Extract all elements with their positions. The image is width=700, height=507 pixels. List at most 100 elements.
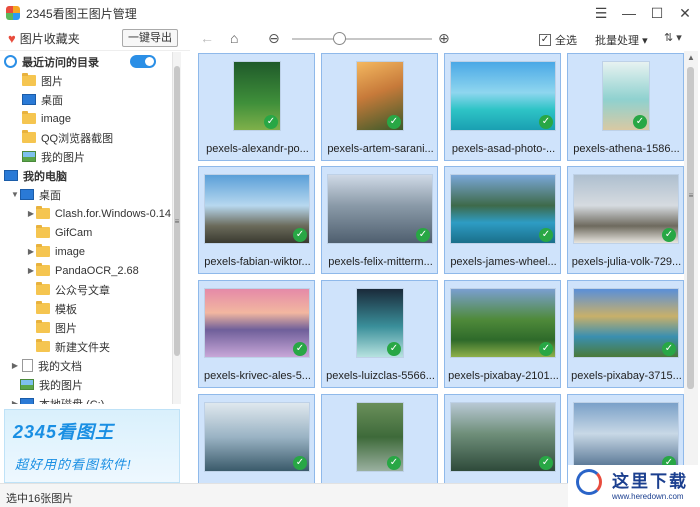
scroll-up-icon[interactable]: ▲: [684, 53, 698, 62]
image-card[interactable]: ✓ pexels-krivec-ales-5...: [198, 280, 315, 388]
favorites-bar: ♥ 图片收藏夹 一键导出: [0, 26, 190, 51]
tree-item-label: 我的文档: [38, 360, 82, 373]
folder-icon: [36, 263, 50, 276]
tree-item-recent-3[interactable]: QQ浏览器截图: [0, 128, 178, 147]
select-all-checkbox[interactable]: ✓ 全选: [539, 32, 577, 48]
selected-check-icon[interactable]: ✓: [293, 456, 307, 470]
selected-check-icon[interactable]: ✓: [539, 228, 553, 242]
tree-item-label: PandaOCR_2.68: [55, 264, 139, 277]
image-card[interactable]: ✓ pexels-pixabay-2101...: [444, 280, 561, 388]
ad-banner[interactable]: 2345看图王 超好用的看图软件!: [4, 409, 180, 483]
disk-icon: [20, 398, 34, 404]
tree-item-recent-2[interactable]: image: [0, 109, 178, 128]
tree-item-documents[interactable]: ▶ 我的文档: [0, 356, 178, 375]
selected-check-icon[interactable]: ✓: [293, 342, 307, 356]
tree-item-desktop-child-3[interactable]: ▶ PandaOCR_2.68: [0, 261, 178, 280]
tree-item-desktop-child-2[interactable]: ▶ image: [0, 242, 178, 261]
tree-item-label: 本地磁盘 (C:): [39, 396, 104, 405]
tree-item-computer[interactable]: 我的电脑: [0, 166, 178, 185]
image-card[interactable]: ✓ pexels-artem-sarani...: [321, 53, 438, 161]
tree-item-desktop[interactable]: ▼ 桌面: [0, 185, 178, 204]
grid-scrollbar[interactable]: ▲ ≡ ▼: [684, 51, 698, 483]
close-icon[interactable]: ✕: [678, 6, 692, 20]
selected-check-icon[interactable]: ✓: [662, 342, 676, 356]
tree-item-desktop-child-0[interactable]: ▶ Clash.for.Windows-0.14.8: [0, 204, 178, 223]
tree-item-desktop-child-4[interactable]: 公众号文章: [0, 280, 178, 299]
selected-check-icon[interactable]: ✓: [633, 115, 647, 129]
expand-right-icon[interactable]: ▶: [10, 361, 20, 370]
sort-dropdown[interactable]: ⇅ ▾: [664, 31, 682, 44]
expand-right-icon[interactable]: ▶: [26, 266, 36, 275]
tree-item-recent-1[interactable]: 桌面: [0, 90, 178, 109]
arrow-left-icon[interactable]: ←: [200, 30, 214, 46]
image-folder-icon: [22, 151, 36, 162]
batch-process-dropdown[interactable]: 批量处理 ▾: [595, 32, 648, 48]
tree-item-desktop-child-5[interactable]: 模板: [0, 299, 178, 318]
zoom-slider-handle[interactable]: [333, 32, 346, 45]
tree-item-recent-0[interactable]: 图片: [0, 71, 178, 90]
zoom-in-icon[interactable]: ⊕: [438, 30, 450, 47]
maximize-icon[interactable]: ☐: [650, 6, 664, 20]
folder-icon: [36, 225, 50, 238]
selected-check-icon[interactable]: ✓: [539, 456, 553, 470]
selected-check-icon[interactable]: ✓: [387, 342, 401, 356]
selected-check-icon[interactable]: ✓: [662, 228, 676, 242]
expand-right-icon[interactable]: ▶: [10, 399, 20, 404]
selected-check-icon[interactable]: ✓: [539, 342, 553, 356]
image-card[interactable]: ✓: [444, 394, 561, 483]
export-button[interactable]: 一键导出: [122, 29, 178, 47]
selected-check-icon[interactable]: ✓: [264, 115, 278, 129]
tree-item-desktop-child-1[interactable]: GifCam: [0, 223, 178, 242]
menu-icon[interactable]: ☰: [594, 6, 608, 20]
image-card[interactable]: ✓ pexels-fabian-wiktor...: [198, 166, 315, 274]
tree-item-label: 我的图片: [41, 151, 85, 164]
expand-right-icon[interactable]: ▶: [26, 209, 36, 218]
image-card[interactable]: ✓ pexels-athena-1586...: [567, 53, 684, 161]
recent-toggle[interactable]: [130, 55, 156, 68]
tree-item-local-disk[interactable]: ▶ 本地磁盘 (C:): [0, 394, 178, 404]
tree-item-pictures[interactable]: 我的图片: [0, 375, 178, 394]
sidebar-scrollbar[interactable]: ≡: [172, 52, 181, 404]
heart-icon: ♥: [8, 30, 16, 46]
image-filename: pexels-julia-volk-729...: [571, 256, 682, 268]
minimize-icon[interactable]: —: [622, 6, 636, 20]
image-filename: pexels-james-wheel...: [450, 256, 557, 268]
scrollbar-thumb[interactable]: [687, 67, 694, 389]
selected-check-icon[interactable]: ✓: [293, 228, 307, 242]
tree-item-desktop-child-7[interactable]: 新建文件夹: [0, 337, 178, 356]
image-card[interactable]: ✓: [198, 394, 315, 483]
image-card[interactable]: ✓ pexels-luizclas-5566...: [321, 280, 438, 388]
computer-icon: [4, 170, 18, 181]
image-card[interactable]: ✓ pexels-james-wheel...: [444, 166, 561, 274]
grip-icon: ≡: [174, 217, 180, 226]
image-card[interactable]: ✓ pexels-julia-volk-729...: [567, 166, 684, 274]
selected-check-icon[interactable]: ✓: [539, 115, 553, 129]
selected-check-icon[interactable]: ✓: [387, 115, 401, 129]
image-filename: pexels-athena-1586...: [573, 143, 680, 155]
tree-item-recent[interactable]: 最近访问的目录: [0, 52, 178, 71]
image-card[interactable]: ✓ pexels-asad-photo-...: [444, 53, 561, 161]
image-card[interactable]: ✓ pexels-felix-mitterm...: [321, 166, 438, 274]
selected-check-icon[interactable]: ✓: [416, 228, 430, 242]
up-icon[interactable]: ⌂: [230, 30, 238, 46]
tree-item-label: 我的图片: [39, 379, 83, 392]
image-card[interactable]: ✓ pexels-pixabay-3715...: [567, 280, 684, 388]
checkbox-checked-icon[interactable]: ✓: [539, 34, 551, 46]
image-filename: pexels-pixabay-2101...: [448, 370, 559, 382]
scrollbar-thumb[interactable]: [174, 66, 180, 356]
selected-check-icon[interactable]: ✓: [387, 456, 401, 470]
folder-icon: [36, 320, 50, 333]
tree-item-label: QQ浏览器截图: [41, 132, 114, 145]
expand-down-icon[interactable]: ▼: [10, 190, 20, 199]
tree-item-label: 桌面: [39, 189, 61, 202]
tree-item-recent-4[interactable]: 我的图片: [0, 147, 178, 166]
tree-item-desktop-child-6[interactable]: 图片: [0, 318, 178, 337]
expand-right-icon[interactable]: ▶: [26, 247, 36, 256]
image-card[interactable]: ✓: [321, 394, 438, 483]
zoom-slider[interactable]: [292, 38, 432, 40]
tree-item-label: 新建文件夹: [55, 341, 110, 354]
favorites-label[interactable]: 图片收藏夹: [20, 30, 80, 47]
image-card[interactable]: ✓ pexels-alexandr-po...: [198, 53, 315, 161]
zoom-out-icon[interactable]: ⊖: [268, 30, 280, 47]
document-icon: [22, 359, 33, 372]
